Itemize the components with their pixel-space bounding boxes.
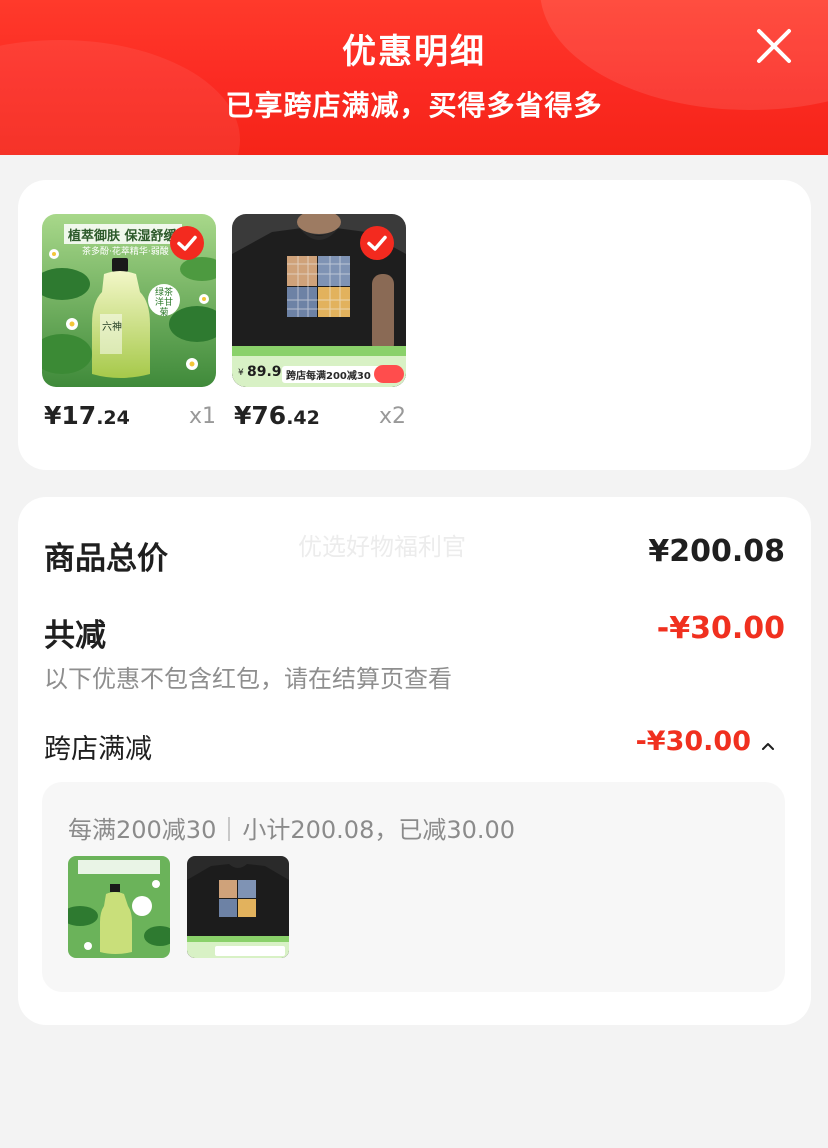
- close-icon: [757, 29, 791, 63]
- total-reduction-label: 共减: [44, 618, 106, 654]
- close-button[interactable]: [752, 24, 796, 68]
- image-price-currency: ¥: [238, 368, 244, 378]
- selected-badge[interactable]: [360, 226, 394, 260]
- cross-store-discount-toggle[interactable]: -¥30.00: [636, 726, 775, 758]
- divider: [228, 817, 231, 841]
- badge-text: 绿茶: [154, 288, 173, 298]
- header: 优惠明细 已享跨店满减，买得多省得多: [0, 0, 828, 155]
- discount-note: 以下优惠不包含红包，请在结算页查看: [44, 665, 452, 693]
- price-integer: 17: [61, 401, 97, 430]
- product-image-badge: 绿茶 洋甘菊: [154, 288, 174, 318]
- product-image-caption: 茶多酚·花萃精华·弱酸: [82, 247, 169, 257]
- check-icon: [367, 235, 387, 251]
- total-reduction-value: -¥30.00: [656, 611, 785, 646]
- total-price-label: 商品总价: [44, 541, 168, 577]
- product-image[interactable]: ¥ 89.9 跨店每满200减30: [232, 214, 406, 387]
- discount-rule-line: 每满200减30 小计200.08，已减30.00: [68, 810, 515, 845]
- price-currency: ¥: [234, 401, 252, 430]
- image-price-tag: 89.9: [247, 364, 282, 380]
- badge-text: 洋甘菊: [154, 298, 173, 318]
- price-integer: 76: [251, 401, 287, 430]
- cross-store-discount-label: 跨店满减: [44, 734, 152, 765]
- discount-rule: 每满200减30: [68, 816, 217, 844]
- summary-card: 商品总价 优选好物福利官 ¥200.08 共减 -¥30.00 以下优惠不包含红…: [18, 497, 811, 1025]
- discount-subtotal: 小计200.08，已减30.00: [242, 816, 516, 844]
- product-image-brand: 六神: [102, 322, 122, 333]
- total-price-value: ¥200.08: [648, 534, 785, 569]
- product-item[interactable]: 植萃御肤 保湿舒缓 茶多酚·花萃精华·弱酸 绿茶 洋甘菊 六神 ¥17.24 x…: [42, 214, 216, 430]
- product-thumbnail[interactable]: [187, 856, 289, 958]
- page-subtitle: 已享跨店满减，买得多省得多: [225, 89, 603, 122]
- price-currency: ¥: [44, 401, 62, 430]
- discount-detail-panel: 每满200减30 小计200.08，已减30.00: [42, 782, 785, 992]
- product-quantity: x1: [188, 404, 216, 429]
- product-item[interactable]: ¥ 89.9 跨店每满200减30 ¥76.42 x2: [232, 214, 406, 430]
- page-title: 优惠明细: [342, 32, 486, 72]
- product-thumbnail[interactable]: [68, 856, 170, 958]
- products-card: 植萃御肤 保湿舒缓 茶多酚·花萃精华·弱酸 绿茶 洋甘菊 六神 ¥17.24 x…: [18, 180, 811, 470]
- product-price: ¥17.24: [44, 401, 130, 430]
- product-thumbnail-art: [68, 856, 170, 958]
- selected-badge[interactable]: [170, 226, 204, 260]
- check-icon: [177, 235, 197, 251]
- price-decimal: .42: [286, 407, 320, 429]
- cross-store-discount-value: -¥30.00: [635, 726, 751, 757]
- chevron-up-icon: [761, 727, 775, 758]
- product-price: ¥76.42: [234, 401, 320, 430]
- product-image-banner: 植萃御肤 保湿舒缓: [68, 229, 177, 244]
- watermark: 优选好物福利官: [298, 533, 466, 561]
- product-quantity: x2: [378, 404, 406, 429]
- product-thumbnail-art: [187, 856, 289, 958]
- product-image[interactable]: 植萃御肤 保湿舒缓 茶多酚·花萃精华·弱酸 绿茶 洋甘菊 六神: [42, 214, 216, 387]
- image-promo-text: 跨店每满200减30: [286, 371, 371, 382]
- price-decimal: .24: [96, 407, 130, 429]
